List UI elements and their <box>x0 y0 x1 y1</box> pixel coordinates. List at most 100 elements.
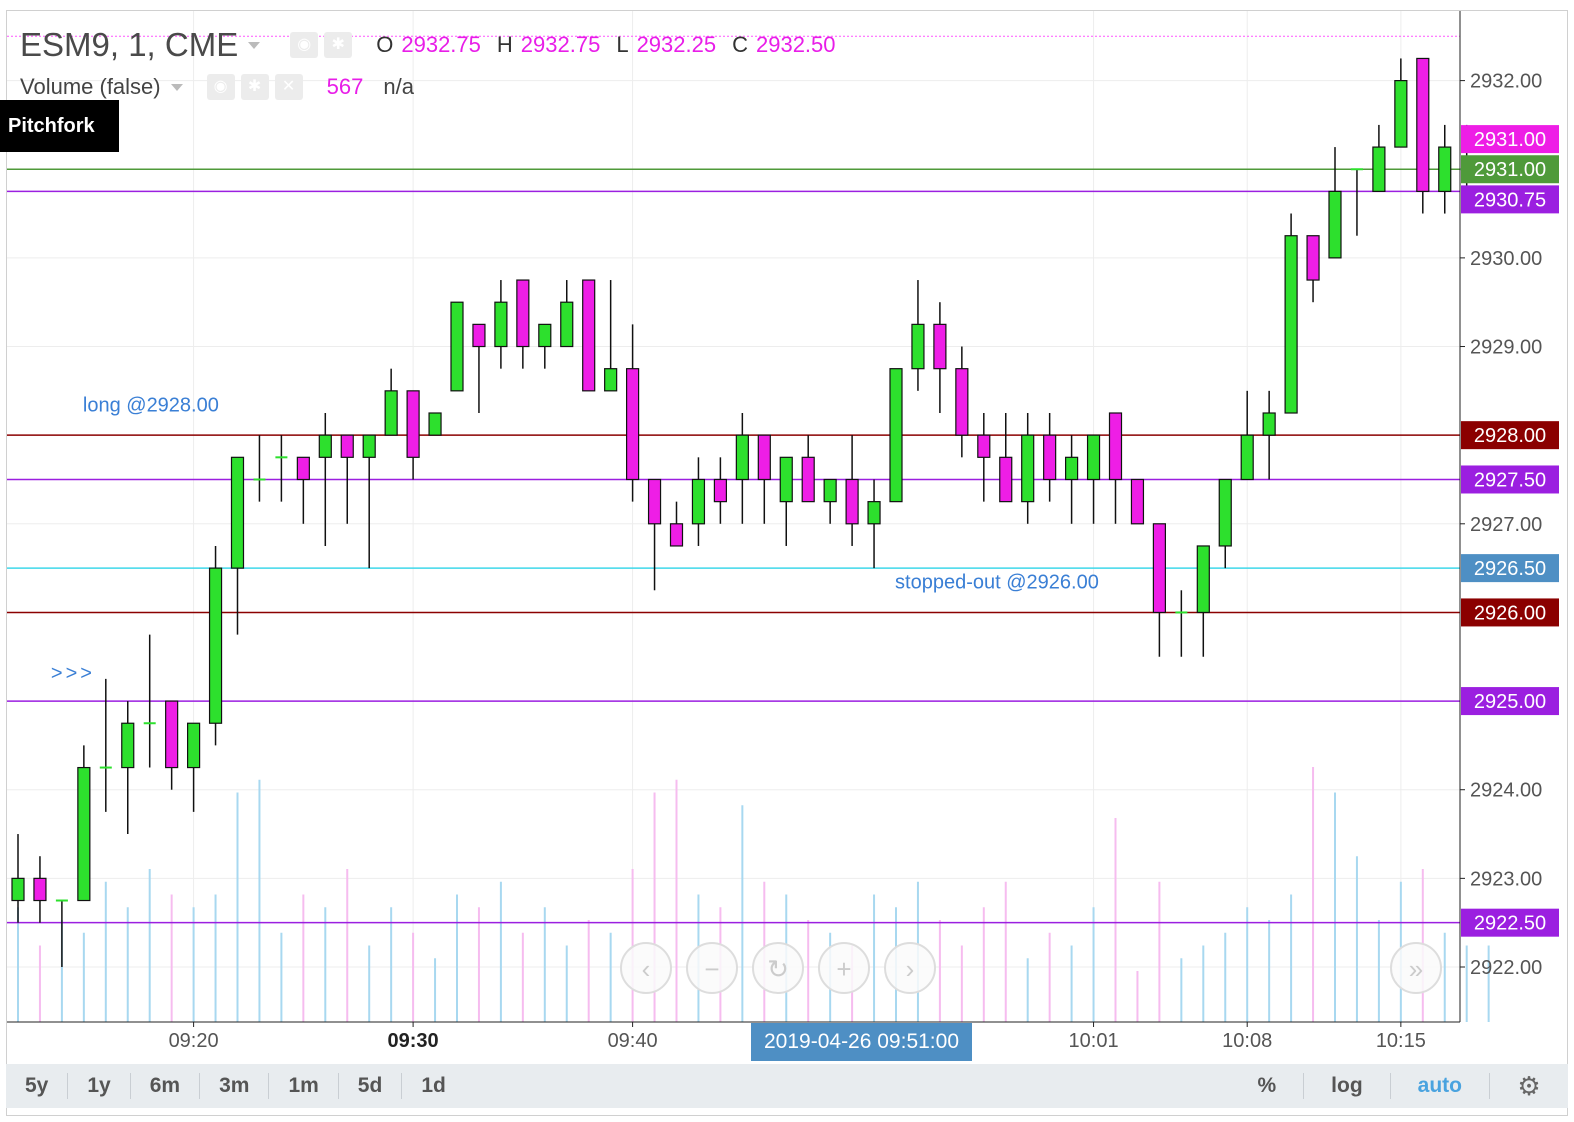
reset-button[interactable]: ↻ <box>752 942 804 994</box>
candle-body <box>121 722 135 769</box>
ohlc-high-value: 2932.75 <box>520 32 601 57</box>
candle-body <box>801 456 815 503</box>
candle-body <box>911 323 925 370</box>
x-tick-label: 10:15 <box>1376 1030 1426 1052</box>
candle-body <box>230 456 245 569</box>
scroll-to-end-button[interactable]: » <box>1390 942 1442 994</box>
candle-body <box>582 279 596 392</box>
candle-body <box>999 456 1013 503</box>
candle-body <box>494 301 508 348</box>
ohlc-low-key: L <box>616 32 629 57</box>
volume-na: n/a <box>383 74 414 99</box>
timeframe-5y[interactable]: 5y <box>6 1073 69 1099</box>
candle-body <box>1438 146 1452 193</box>
timeframe-1y[interactable]: 1y <box>68 1073 131 1099</box>
candle-body <box>1394 79 1408 148</box>
volume-title[interactable]: Volume (false) <box>20 74 161 100</box>
candle-body <box>757 434 771 481</box>
x-tick-label: 09:40 <box>608 1030 658 1052</box>
timeframe-1d[interactable]: 1d <box>402 1073 465 1099</box>
scale-options: % log auto ⚙ <box>1230 1064 1568 1108</box>
chart-annotation: long @2928.00 <box>83 394 219 416</box>
gear-icon[interactable]: ✱ <box>324 32 353 58</box>
chevron-down-icon[interactable] <box>248 41 261 49</box>
ohlc-close-value: 2932.50 <box>755 32 836 57</box>
candle-body <box>1064 456 1079 481</box>
candle-body <box>647 478 662 525</box>
candle-body <box>187 722 201 769</box>
candle-body <box>472 323 486 348</box>
price-badge-label: 2922.50 <box>1474 913 1546 935</box>
timeframe-5d[interactable]: 5d <box>339 1073 403 1099</box>
candle-body <box>889 368 903 503</box>
candle-body <box>384 390 398 436</box>
candle-body <box>977 434 991 458</box>
candle-body <box>1108 412 1123 481</box>
candle-body <box>691 478 706 525</box>
candle-body <box>208 567 223 724</box>
y-tick-label: 2927.00 <box>1470 514 1542 536</box>
price-badge-label: 2927.50 <box>1474 469 1546 491</box>
timeframe-3m[interactable]: 3m <box>200 1073 270 1099</box>
zoom-in-button[interactable]: + <box>818 942 870 994</box>
candle-body <box>933 323 947 370</box>
timeframe-1m[interactable]: 1m <box>269 1073 339 1099</box>
candle-body <box>625 368 640 481</box>
scroll-right-button[interactable]: › <box>884 942 936 994</box>
crosshair-date-label: 2019-04-26 09:51:00 <box>751 1023 972 1061</box>
price-badge-label: 2926.00 <box>1474 602 1546 624</box>
price-badge-label: 2931.00 <box>1474 129 1546 151</box>
bottom-toolbar: 5y 1y 6m 3m 1m 5d 1d % log auto ⚙ <box>6 1064 1568 1108</box>
candle-body <box>560 301 574 348</box>
y-tick-label: 2930.00 <box>1470 248 1542 270</box>
scroll-left-button[interactable]: ‹ <box>620 942 672 994</box>
settings-gear-icon[interactable]: ⚙ <box>1489 1073 1568 1099</box>
symbol-legend: ESM9, 1, CME ◉ ✱ O 2932.75 H 2932.75 L 2… <box>20 26 836 64</box>
eye-icon[interactable]: ◉ <box>290 32 319 58</box>
ohlc-open-key: O <box>376 32 394 57</box>
candle-body <box>428 412 442 436</box>
candle-body <box>538 323 552 348</box>
candle-body <box>823 478 837 503</box>
y-tick-label: 2923.00 <box>1470 868 1542 890</box>
auto-scale-button[interactable]: auto <box>1389 1073 1489 1099</box>
ohlc-high-key: H <box>496 32 513 57</box>
log-scale-button[interactable]: log <box>1303 1073 1390 1099</box>
chart-annotation: >>> <box>51 662 95 684</box>
candle-body <box>1372 146 1386 193</box>
x-tick-label: 09:20 <box>169 1030 219 1052</box>
percent-scale-button[interactable]: % <box>1230 1073 1303 1099</box>
close-icon[interactable]: ✕ <box>274 74 303 100</box>
candle-body <box>1021 434 1035 503</box>
timeframe-6m[interactable]: 6m <box>131 1073 201 1099</box>
candle-body <box>296 456 310 481</box>
volume-value: 567 <box>326 74 364 99</box>
chart-annotation: stopped-out @2926.00 <box>895 572 1099 594</box>
y-tick-label: 2932.00 <box>1470 71 1542 93</box>
ohlc-low-value: 2932.25 <box>636 32 717 57</box>
candle-body <box>1306 235 1320 281</box>
candle-body <box>735 434 749 481</box>
x-tick-label: 10:08 <box>1222 1030 1272 1052</box>
price-badge-label: 2928.00 <box>1474 425 1546 447</box>
candle-body <box>845 478 859 525</box>
gear-icon[interactable]: ✱ <box>240 74 269 100</box>
candle-body <box>669 523 684 547</box>
candle-body <box>77 766 91 902</box>
candle-body <box>1086 434 1101 481</box>
candle-body <box>406 390 420 458</box>
candle-body <box>11 877 25 902</box>
price-badge-label: 2925.00 <box>1474 691 1546 713</box>
chevron-down-icon[interactable] <box>170 83 183 91</box>
candle-body <box>1196 545 1210 614</box>
x-tick-label: 09:30 <box>388 1030 439 1052</box>
zoom-out-button[interactable]: − <box>686 942 738 994</box>
symbol-title[interactable]: ESM9, 1, CME <box>20 26 238 64</box>
candle-body <box>1130 478 1145 525</box>
candle-body <box>779 456 793 503</box>
candle-body <box>1240 434 1254 481</box>
eye-icon[interactable]: ◉ <box>206 74 235 100</box>
candle-body <box>318 434 332 458</box>
candle-body <box>1328 190 1342 259</box>
candle-body <box>1043 434 1057 481</box>
